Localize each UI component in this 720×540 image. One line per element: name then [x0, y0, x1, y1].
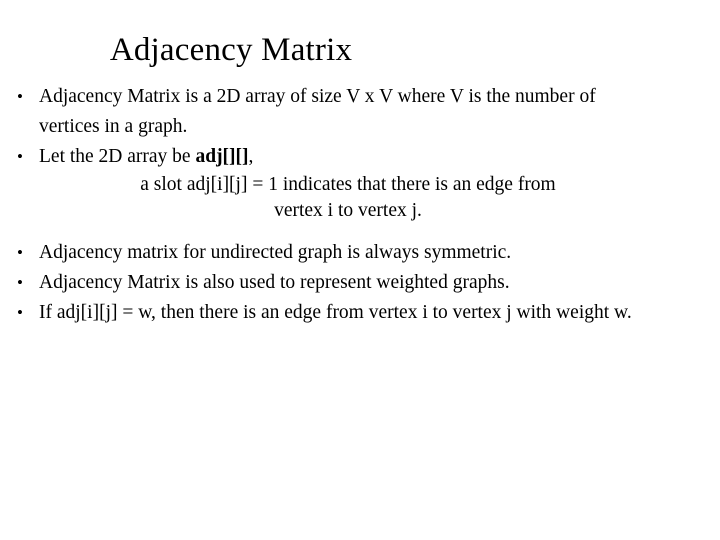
centered-note-line-1: a slot adj[i][j] = 1 indicates that ther…: [140, 174, 556, 195]
bullet-array-name-prefix: Let the 2D array be: [39, 146, 196, 167]
vertical-spacer: [12, 224, 660, 238]
bullet-weighted: Adjacency Matrix is also used to represe…: [12, 268, 660, 298]
slide-canvas: Adjacency Matrix Adjacency Matrix is a 2…: [0, 0, 720, 540]
bullet-weight-value-text: If adj[i][j] = w, then there is an edge …: [39, 302, 632, 323]
slide-body-placeholder: Adjacency Matrix is a 2D array of size V…: [12, 82, 660, 328]
bullet-symmetric: Adjacency matrix for undirected graph is…: [12, 238, 660, 268]
adjacency-array-code: adj[][]: [195, 146, 249, 167]
slide-title-placeholder: Adjacency Matrix: [36, 24, 426, 76]
bullet-array-name-text: Let the 2D array be adj[][],: [39, 142, 660, 172]
bullet-array-name-suffix: ,: [248, 146, 254, 167]
bullet-symmetric-text: Adjacency matrix for undirected graph is…: [39, 242, 512, 263]
bullet-weighted-text: Adjacency Matrix is also used to represe…: [39, 272, 510, 293]
bullet-definition: Adjacency Matrix is a 2D array of size V…: [12, 82, 660, 142]
bullet-weight-value: If adj[i][j] = w, then there is an edge …: [12, 298, 660, 328]
page-title: Adjacency Matrix: [109, 31, 353, 68]
bullet-array-name: Let the 2D array be adj[][],: [12, 142, 660, 172]
bullet-list: Adjacency Matrix is a 2D array of size V…: [12, 82, 660, 328]
centered-note: a slot adj[i][j] = 1 indicates that ther…: [12, 172, 660, 224]
centered-note-line-2: vertex i to vertex j.: [274, 200, 422, 221]
bullet-definition-text: Adjacency Matrix is a 2D array of size V…: [39, 86, 596, 137]
